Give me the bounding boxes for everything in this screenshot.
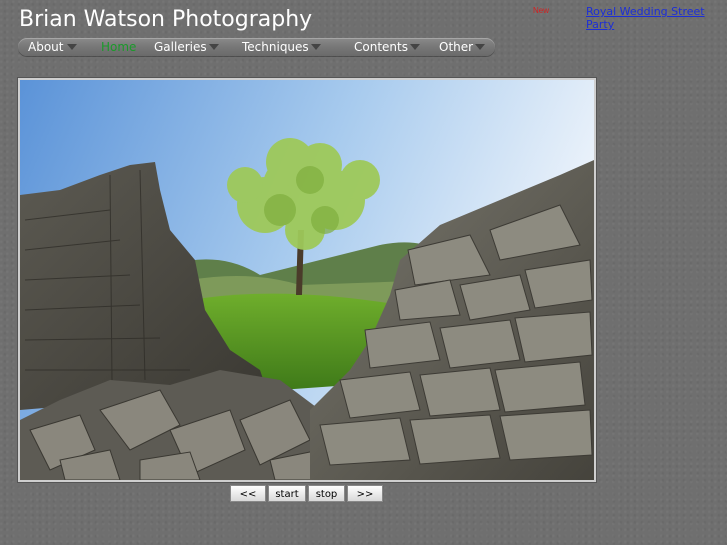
new-badge: New <box>533 6 550 15</box>
nav-item-about[interactable]: About <box>28 39 63 55</box>
nav-item-label: Techniques <box>242 40 309 54</box>
slideshow-photo <box>18 78 596 482</box>
next-button[interactable]: >> <box>347 485 383 502</box>
stop-button[interactable]: stop <box>308 485 345 502</box>
royal-wedding-link[interactable]: Royal Wedding Street Party <box>586 5 727 31</box>
nav-item-label: Other <box>439 40 474 54</box>
site-title: Brian Watson Photography <box>19 7 313 32</box>
landscape-photo <box>20 80 594 480</box>
nav-item-label: About <box>28 40 64 54</box>
chevron-down-icon[interactable] <box>67 44 77 50</box>
nav-item-label: Galleries <box>154 40 207 54</box>
nav-item-other[interactable]: Other <box>439 39 473 55</box>
previous-button[interactable]: << <box>230 485 266 502</box>
start-button[interactable]: start <box>268 485 306 502</box>
nav-item-label: Contents <box>354 40 408 54</box>
chevron-down-icon[interactable] <box>410 44 420 50</box>
chevron-down-icon[interactable] <box>475 44 485 50</box>
main-navbar: About Home Galleries Techniques Contents… <box>18 38 495 56</box>
nav-item-contents[interactable]: Contents <box>354 39 408 55</box>
chevron-down-icon[interactable] <box>311 44 321 50</box>
nav-item-home[interactable]: Home <box>101 39 136 55</box>
nav-item-galleries[interactable]: Galleries <box>154 39 207 55</box>
nav-item-label: Home <box>101 40 137 54</box>
nav-item-techniques[interactable]: Techniques <box>242 39 309 55</box>
chevron-down-icon[interactable] <box>209 44 219 50</box>
